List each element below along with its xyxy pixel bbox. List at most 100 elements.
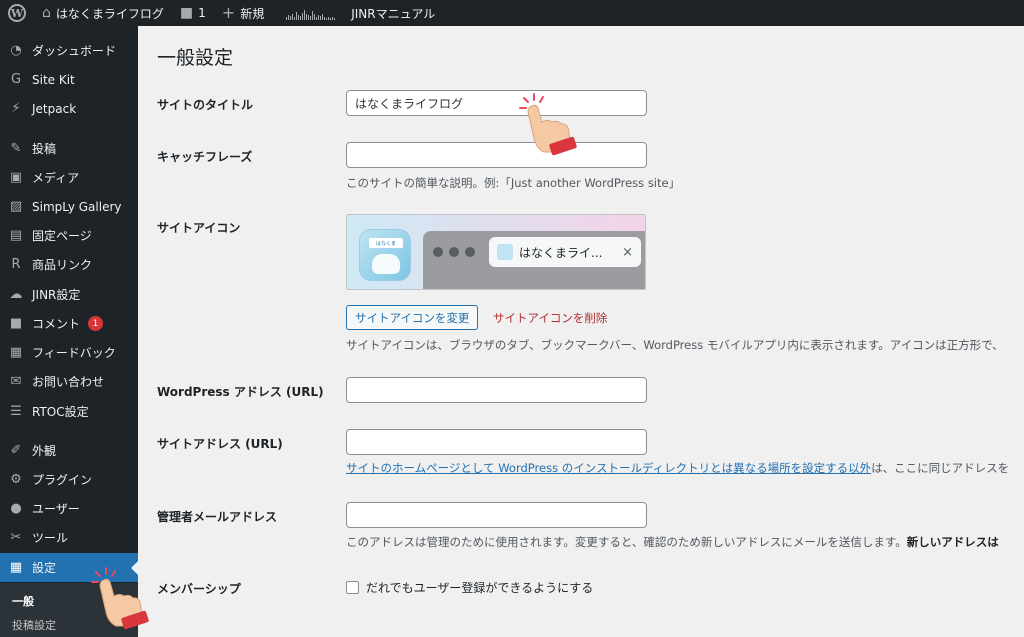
stats-menu[interactable] — [272, 0, 343, 26]
site-address-desc-rest: は、ここに同じアドレスを — [871, 461, 1010, 475]
sidebar-item-page[interactable]: ▤ 固定ページ — [0, 221, 138, 250]
app-icon-tag: はなくま — [369, 238, 403, 248]
sidebar-item-label: お問い合わせ — [32, 375, 105, 389]
jinr-manual-menu[interactable]: JINRマニュアル — [343, 0, 443, 26]
mail-icon: ✉ — [10, 374, 22, 389]
media-icon: ▣ — [9, 170, 23, 185]
comment-count-badge: 1 — [88, 316, 104, 331]
site-title-input[interactable] — [346, 90, 647, 116]
sidebar-item-tools[interactable]: ✂ ツール — [0, 523, 138, 552]
sidebar-item-label: JINR設定 — [32, 288, 81, 302]
sidebar-item-label: プラグイン — [32, 473, 93, 487]
admin-email-label: 管理者メールアドレス — [157, 510, 278, 524]
close-icon: × — [622, 244, 633, 260]
list-icon: ☰ — [10, 404, 22, 419]
jinr-manual-label: JINRマニュアル — [351, 6, 436, 21]
change-site-icon-button[interactable]: サイトアイコンを変更 — [346, 305, 479, 330]
plus-icon: + — [221, 3, 236, 22]
wp-address-input[interactable] — [346, 377, 647, 403]
sidebar-item-plugin[interactable]: ⚙ プラグイン — [0, 465, 138, 494]
jetpack-icon: ⚡ — [11, 101, 21, 116]
user-icon: ● — [10, 501, 22, 516]
site-address-help-link[interactable]: サイトのホームページとして WordPress のインストールディレクトリとは異… — [346, 461, 871, 475]
sidebar-item-label: SimpLy Gallery — [32, 199, 122, 214]
sidebar-item-label: Jetpack — [32, 101, 77, 116]
browser-tab-preview: はなくまライ... × — [489, 237, 641, 267]
sidebar-item-label: 固定ページ — [32, 229, 92, 243]
admin-email-input[interactable] — [346, 502, 647, 528]
comments-menu[interactable]: ■ 1 — [172, 0, 214, 26]
site-title-label: サイトのタイトル — [157, 98, 254, 112]
sidebar-item-pin[interactable]: ✎ 投稿 — [0, 134, 138, 163]
home-icon: ⌂ — [42, 5, 51, 21]
admin-email-desc-text: このアドレスは管理のために使用されます。変更すると、確認のため新しいアドレスにメ… — [346, 535, 907, 549]
appearance-icon: ✐ — [10, 443, 22, 458]
dashboard-icon: ◔ — [10, 43, 22, 58]
wp-logo-menu[interactable]: W — [0, 0, 34, 26]
stats-sparkline-icon — [286, 6, 336, 20]
google-g-icon: G — [10, 72, 22, 87]
membership-checkbox-label: だれでもユーザー登録ができるようにする — [366, 581, 594, 595]
site-icon-label: サイトアイコン — [157, 221, 241, 235]
sidebar-item-label: 設定 — [32, 561, 57, 575]
new-content-menu[interactable]: + 新規 — [214, 0, 272, 26]
membership-label: メンバーシップ — [157, 582, 241, 596]
sidebar-item-jetpack[interactable]: ⚡ Jetpack — [0, 94, 138, 123]
sidebar-item-label: ダッシュボード — [32, 44, 117, 58]
submenu-item[interactable]: 一般 — [12, 593, 34, 609]
tab-title: はなくまライ... — [519, 245, 603, 260]
comment-bubble-icon: ■ — [179, 5, 194, 21]
comment-icon: ■ — [9, 316, 23, 331]
comments-count: 1 — [198, 6, 206, 20]
window-dots-icon — [433, 247, 475, 257]
pointer-hand-icon — [519, 93, 577, 156]
sidebar-item-media[interactable]: ▣ メディア — [0, 163, 138, 192]
gallery-icon: ▨ — [9, 199, 23, 214]
site-icon-description: サイトアイコンは、ブラウザのタブ、ブックマークバー、WordPress モバイル… — [346, 338, 1004, 352]
sidebar-item-label: RTOC設定 — [32, 405, 89, 419]
sidebar-item-mail[interactable]: ✉ お問い合わせ — [0, 367, 138, 396]
app-icon-preview: はなくま — [359, 229, 411, 281]
sidebar-item-label: 投稿 — [32, 142, 57, 156]
sidebar-item-label: Site Kit — [32, 72, 75, 87]
sidebar-item-gallery[interactable]: ▨ SimpLy Gallery — [0, 192, 138, 221]
plugin-icon: ⚙ — [10, 472, 22, 487]
sidebar-item-jinr[interactable]: ☁ JINR設定 — [0, 280, 138, 309]
sidebar-item-feedback[interactable]: ▦ フィードバック — [0, 338, 138, 367]
site-name: はなくまライフログ — [55, 6, 164, 21]
membership-checkbox[interactable] — [346, 581, 359, 594]
site-name-menu[interactable]: ⌂ はなくまライフログ — [34, 0, 172, 26]
site-icon-preview: はなくま はなくまライ... × — [346, 214, 646, 290]
jinr-icon: ☁ — [9, 287, 23, 302]
product-link-icon: R — [11, 257, 21, 272]
sidebar-item-product-link[interactable]: R 商品リンク — [0, 250, 138, 279]
bear-icon — [372, 254, 400, 274]
pointer-hand-settings-icon — [91, 567, 149, 630]
page-title: 一般設定 — [157, 47, 234, 69]
sidebar-item-label: メディア — [32, 171, 80, 185]
sidebar-item-list[interactable]: ☰ RTOC設定 — [0, 397, 138, 426]
sidebar-item-dashboard[interactable]: ◔ ダッシュボード — [0, 36, 138, 65]
admin-email-desc-bold: 新しいアドレスは — [906, 535, 999, 549]
feedback-icon: ▦ — [9, 345, 23, 360]
sidebar-item-comment[interactable]: ■ コメント 1 — [0, 309, 138, 338]
sidebar-item-appearance[interactable]: ✐ 外観 — [0, 436, 138, 465]
sidebar-item-label: ツール — [32, 531, 69, 545]
sidebar-item-label: 商品リンク — [32, 258, 93, 272]
favicon-icon — [497, 244, 513, 260]
site-address-label: サイトアドレス (URL) — [157, 437, 283, 451]
wordpress-logo-icon: W — [8, 4, 26, 22]
admin-bar: W ⌂ はなくまライフログ ■ 1 + 新規 JINRマニュアル — [0, 0, 1024, 26]
tagline-description: このサイトの簡単な説明。例:「Just another WordPress si… — [346, 176, 681, 190]
settings-icon: ▦ — [9, 560, 23, 575]
membership-option[interactable]: だれでもユーザー登録ができるようにする — [346, 579, 593, 596]
submenu-item[interactable]: 投稿設定 — [12, 617, 56, 633]
site-address-input[interactable] — [346, 429, 647, 455]
site-address-description: サイトのホームページとして WordPress のインストールディレクトリとは異… — [346, 460, 1009, 476]
sidebar-item-google-g[interactable]: G Site Kit — [0, 65, 138, 94]
remove-site-icon-link[interactable]: サイトアイコンを削除 — [493, 310, 607, 326]
tagline-input[interactable] — [346, 142, 647, 168]
sidebar-item-label: フィードバック — [32, 346, 116, 360]
sidebar-item-user[interactable]: ● ユーザー — [0, 494, 138, 523]
page-icon: ▤ — [9, 228, 23, 243]
